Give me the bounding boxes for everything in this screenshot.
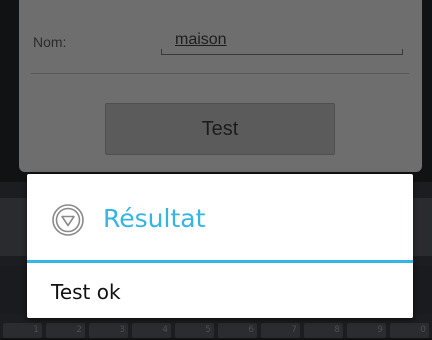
key-3: 3	[89, 323, 128, 338]
result-dialog: Résultat Test ok	[27, 174, 413, 318]
test-button[interactable]: Test	[105, 103, 335, 155]
key-1: 1	[3, 323, 42, 338]
key-2: 2	[46, 323, 85, 338]
key-4: 4	[132, 323, 171, 338]
key-0: 0	[390, 323, 429, 338]
name-field[interactable]: maison	[161, 26, 403, 55]
key-6: 6	[218, 323, 257, 338]
key-7: 7	[261, 323, 300, 338]
name-label: Nom:	[33, 34, 67, 50]
dialog-title-divider	[27, 260, 413, 263]
key-9: 9	[347, 323, 386, 338]
field-edge-right	[402, 49, 403, 54]
keyboard-number-row: 1 2 3 4 5 6 7 8 9 0	[0, 323, 432, 340]
key-5: 5	[175, 323, 214, 338]
form-panel: Nom: maison Test	[19, 0, 422, 172]
name-field-value: maison	[175, 31, 227, 48]
dialog-title: Résultat	[103, 204, 206, 233]
dialog-message: Test ok	[51, 280, 121, 304]
circle-down-triangle-icon	[51, 203, 85, 237]
key-8: 8	[304, 323, 343, 338]
form-divider	[31, 73, 409, 74]
field-edge-left	[161, 49, 162, 54]
